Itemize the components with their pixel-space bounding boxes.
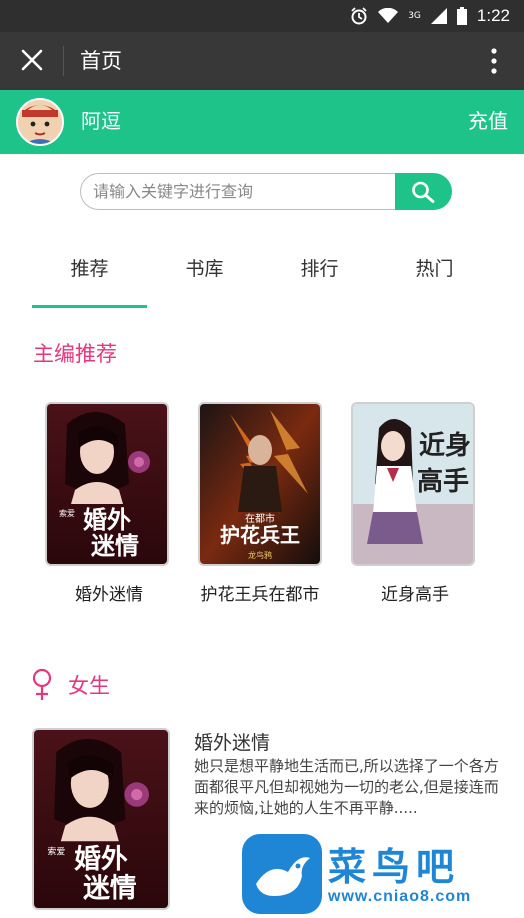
- book-title: 护花王兵在都市: [200, 585, 320, 605]
- signal-icon: [430, 8, 447, 24]
- watermark-url: www.cniao8.com: [328, 888, 472, 905]
- top-app-bar: 首页: [0, 32, 524, 90]
- book-card[interactable]: 在都市 护花兵王 龙鸟鸦 护花王兵在都市: [198, 402, 326, 605]
- section-title-editor-picks: 主编推荐: [33, 342, 117, 366]
- book-title: 近身高手: [381, 585, 449, 605]
- tab-hot[interactable]: 热门: [377, 254, 492, 281]
- female-icon: [32, 668, 52, 700]
- battery-icon: [456, 7, 467, 25]
- book-description: 她只是想平静地生活而已,所以选择了一个各方面都很平凡但却视她为一切的老公,但是接…: [194, 757, 499, 817]
- active-tab-indicator: [32, 305, 147, 308]
- cover-art: 在都市 护花兵王 龙鸟鸦: [200, 404, 320, 564]
- avatar-image: [18, 100, 62, 144]
- avatar[interactable]: [16, 98, 64, 146]
- cover-tag: 索爱: [59, 508, 75, 518]
- cover-art: 近身 高手: [353, 404, 473, 564]
- cover-title-line-2: 高手: [417, 466, 469, 497]
- search-icon: [412, 181, 435, 203]
- book-cover[interactable]: 在都市 护花兵王 龙鸟鸦: [198, 402, 322, 566]
- cover-tag: 索爱: [47, 846, 65, 858]
- cover-title-line-1: 婚外: [74, 844, 128, 875]
- search-button[interactable]: [395, 173, 452, 210]
- tab-ranking[interactable]: 排行: [262, 254, 377, 281]
- wifi-icon: [378, 8, 399, 23]
- section-title-female: 女生: [68, 674, 110, 698]
- cover-title-line-1: 婚外: [83, 505, 131, 534]
- divider: [63, 46, 64, 76]
- user-name: 阿逗: [81, 109, 121, 133]
- cover-author: 龙鸟鸦: [248, 550, 272, 560]
- cover-title-line-2: 迷情: [91, 531, 139, 560]
- user-bar: 阿逗 充值: [0, 90, 524, 154]
- search-bar: 请输入关键字进行查询: [80, 173, 452, 210]
- tab-recommend[interactable]: 推荐: [32, 254, 147, 281]
- book-title[interactable]: 婚外迷情: [194, 728, 270, 755]
- cover-art: 婚外 迷情 索爱: [34, 730, 168, 908]
- more-vertical-icon[interactable]: [490, 46, 498, 76]
- network-type: 3G: [408, 11, 421, 21]
- cover-art: 婚外 迷情 索爱: [47, 404, 167, 564]
- close-icon[interactable]: [18, 46, 46, 74]
- book-card[interactable]: 近身 高手 近身高手: [351, 402, 479, 605]
- recharge-button[interactable]: 充值: [468, 107, 508, 135]
- status-bar: 3G 1:22: [0, 0, 524, 32]
- cover-title: 护花兵王: [220, 523, 300, 547]
- book-cover[interactable]: 婚外 迷情 索爱: [32, 728, 170, 910]
- page-title: 首页: [80, 49, 122, 73]
- book-card[interactable]: 婚外 迷情 索爱 婚外迷情: [45, 402, 173, 605]
- book-title: 婚外迷情: [75, 585, 143, 605]
- book-cover[interactable]: 近身 高手: [351, 402, 475, 566]
- cover-title-line-1: 近身: [419, 430, 471, 461]
- clock: 1:22: [476, 6, 510, 25]
- tab-library[interactable]: 书库: [147, 254, 262, 281]
- watermark: 菜鸟吧 www.cniao8.com: [236, 832, 524, 918]
- category-tabs: 推荐 书库 排行 热门: [32, 244, 492, 308]
- bird-logo-icon: [242, 834, 322, 914]
- alarm-icon: [351, 7, 367, 25]
- watermark-text: 菜鸟吧: [328, 844, 461, 889]
- section-header-female: 女生: [30, 668, 110, 706]
- search-input[interactable]: 请输入关键字进行查询: [80, 173, 396, 210]
- cover-title-line-2: 迷情: [83, 873, 137, 904]
- book-cover[interactable]: 婚外 迷情 索爱: [45, 402, 169, 566]
